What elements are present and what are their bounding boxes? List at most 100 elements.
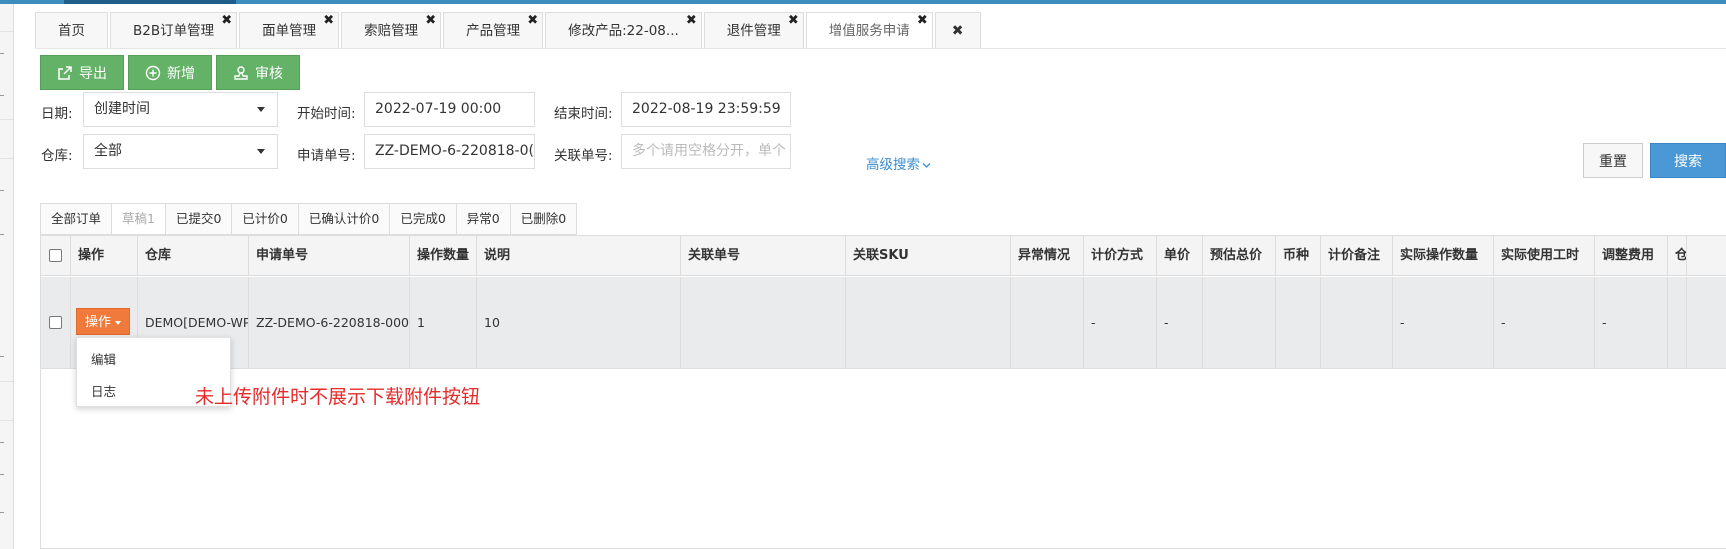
- advanced-search-link[interactable]: 高级搜索: [866, 153, 931, 173]
- sidebar-marker: [0, 53, 4, 54]
- chevron-down-icon: [922, 163, 931, 168]
- pricing-note-cell: [1321, 277, 1393, 369]
- menu-item-edit[interactable]: 编辑: [91, 349, 116, 368]
- status-tab-exception[interactable]: 异常0: [455, 203, 511, 235]
- tab-divider: [35, 48, 1726, 49]
- close-icon[interactable]: ✖: [788, 3, 799, 39]
- tab-waybill[interactable]: 面单管理 ✖: [239, 12, 340, 48]
- desc-cell: 10: [477, 277, 681, 369]
- tab-edit-product[interactable]: 修改产品:22-08... ✖: [545, 12, 702, 48]
- est-total-cell: [1203, 277, 1276, 369]
- warehouse-label: 仓库:: [41, 148, 73, 164]
- sidebar-divider: [0, 420, 13, 421]
- table-row[interactable]: 操作 DEMO[DEMO-WP] ZZ-DEMO-6-220818-0001 1…: [41, 277, 1726, 369]
- sidebar-divider: [0, 119, 13, 120]
- actual-hours-cell: -: [1494, 277, 1595, 369]
- warehouse-select[interactable]: 全部: [83, 134, 278, 169]
- tab-claims[interactable]: 索赔管理 ✖: [341, 12, 442, 48]
- annotation-note: 未上传附件时不展示下载附件按钮: [195, 386, 481, 408]
- toolbar: 导出 新增 审核: [40, 55, 304, 90]
- date-type-value: 创建时间: [94, 101, 150, 117]
- tab-label: 退件管理: [726, 23, 781, 39]
- tab-label: 增值服务申请: [828, 23, 910, 39]
- add-button[interactable]: 新增: [128, 55, 212, 90]
- status-tab-draft[interactable]: 草稿1: [111, 203, 166, 235]
- apply-no-label: 申请单号:: [297, 148, 356, 164]
- row-action-dropdown-button[interactable]: 操作: [76, 308, 131, 335]
- search-button[interactable]: 搜索: [1650, 143, 1726, 178]
- row-checkbox[interactable]: [49, 316, 62, 329]
- tab-label: 索赔管理: [364, 23, 419, 39]
- export-label: 导出: [79, 65, 107, 82]
- close-icon[interactable]: ✖: [221, 3, 232, 39]
- status-tab-priced[interactable]: 已计价0: [231, 203, 299, 235]
- page-tabs: 首页 B2B订单管理 ✖ 面单管理 ✖ 索赔管理 ✖ 产品管理 ✖ 修改产品:22-08…: [35, 12, 983, 48]
- sidebar-marker: [0, 512, 4, 513]
- pricing-cell: -: [1084, 277, 1157, 369]
- start-time-label: 开始时间:: [297, 106, 356, 122]
- close-icon[interactable]: ✖: [917, 3, 928, 39]
- status-tab-price-confirmed[interactable]: 已确认计价0: [297, 203, 391, 235]
- table-header: 操作 仓库 申请单号 操作数量 说明 关联单号 关联SKU 异常情况 计价方式 …: [41, 236, 1726, 276]
- start-time-input[interactable]: 2022-07-19 00:00: [364, 92, 535, 127]
- audit-button[interactable]: 审核: [216, 55, 300, 90]
- tab-label: 首页: [58, 23, 85, 39]
- column-header: 关联SKU: [846, 236, 1011, 276]
- end-time-label: 结束时间:: [554, 106, 613, 122]
- sidebar-marker: [0, 442, 4, 443]
- menu-item-log[interactable]: 日志: [91, 381, 116, 400]
- export-icon: [58, 65, 72, 80]
- tab-products[interactable]: 产品管理 ✖: [443, 12, 544, 48]
- end-time-value: 2022-08-19 23:59:59: [632, 101, 781, 117]
- apply-no-input[interactable]: ZZ-DEMO-6-220818-0(: [364, 134, 535, 169]
- date-type-select[interactable]: 创建时间: [83, 92, 278, 127]
- column-header: 调整费用: [1595, 236, 1668, 276]
- column-header: 关联单号: [681, 236, 846, 276]
- add-label: 新增: [167, 65, 195, 82]
- status-tab-completed[interactable]: 已完成0: [389, 203, 457, 235]
- status-tab-deleted[interactable]: 已删除0: [509, 203, 578, 235]
- close-all-tabs-button[interactable]: ✖: [934, 12, 981, 48]
- reset-button[interactable]: 重置: [1583, 143, 1643, 178]
- sidebar-marker: [0, 474, 4, 475]
- overflow-cell: [1668, 277, 1687, 369]
- status-tab-all[interactable]: 全部订单: [40, 203, 113, 235]
- export-button[interactable]: 导出: [40, 55, 124, 90]
- status-tabs: 全部订单 草稿1 已提交0 已计价0 已确认计价0 已完成0 异常0 已删除0: [40, 203, 578, 235]
- column-header: 单价: [1157, 236, 1203, 276]
- close-icon[interactable]: ✖: [323, 3, 334, 39]
- tab-b2b-orders[interactable]: B2B订单管理 ✖: [110, 12, 238, 48]
- select-all-checkbox[interactable]: [49, 249, 62, 262]
- related-no-input[interactable]: 多个请用空格分开，单个: [621, 134, 791, 169]
- column-header: 计价方式: [1084, 236, 1157, 276]
- close-icon[interactable]: ✖: [425, 3, 436, 39]
- related-no-placeholder: 多个请用空格分开，单个: [632, 143, 786, 159]
- qty-cell: 1: [410, 277, 477, 369]
- end-time-input[interactable]: 2022-08-19 23:59:59: [621, 92, 791, 127]
- close-icon[interactable]: ✖: [527, 3, 538, 39]
- plus-circle-icon: [145, 65, 161, 80]
- column-header: 操作数量: [410, 236, 477, 276]
- sidebar-marker: [0, 234, 4, 235]
- tab-returns[interactable]: 退件管理 ✖: [703, 12, 804, 48]
- column-header: 实际使用工时: [1494, 236, 1595, 276]
- close-icon[interactable]: ✖: [686, 3, 697, 39]
- audit-label: 审核: [255, 65, 283, 82]
- tab-home[interactable]: 首页: [35, 12, 108, 48]
- tab-label: B2B订单管理: [133, 23, 215, 39]
- tab-value-added-service[interactable]: 增值服务申请 ✖: [805, 12, 933, 48]
- reset-label: 重置: [1599, 152, 1627, 169]
- apply-no-value: ZZ-DEMO-6-220818-0(: [375, 143, 534, 159]
- related-sku-cell: [846, 277, 1011, 369]
- column-header: 计价备注: [1321, 236, 1393, 276]
- column-header: 仓库: [138, 236, 249, 276]
- row-select-cell: [41, 277, 71, 369]
- actual-qty-cell: -: [1393, 277, 1494, 369]
- related-no-label: 关联单号:: [554, 148, 613, 164]
- stamp-icon: [234, 65, 248, 80]
- adjust-fee-cell: -: [1595, 277, 1668, 369]
- unit-price-cell: -: [1157, 277, 1203, 369]
- apply-no-cell: ZZ-DEMO-6-220818-0001: [249, 277, 410, 369]
- collapsed-sidebar[interactable]: [0, 4, 14, 549]
- status-tab-submitted[interactable]: 已提交0: [164, 203, 233, 235]
